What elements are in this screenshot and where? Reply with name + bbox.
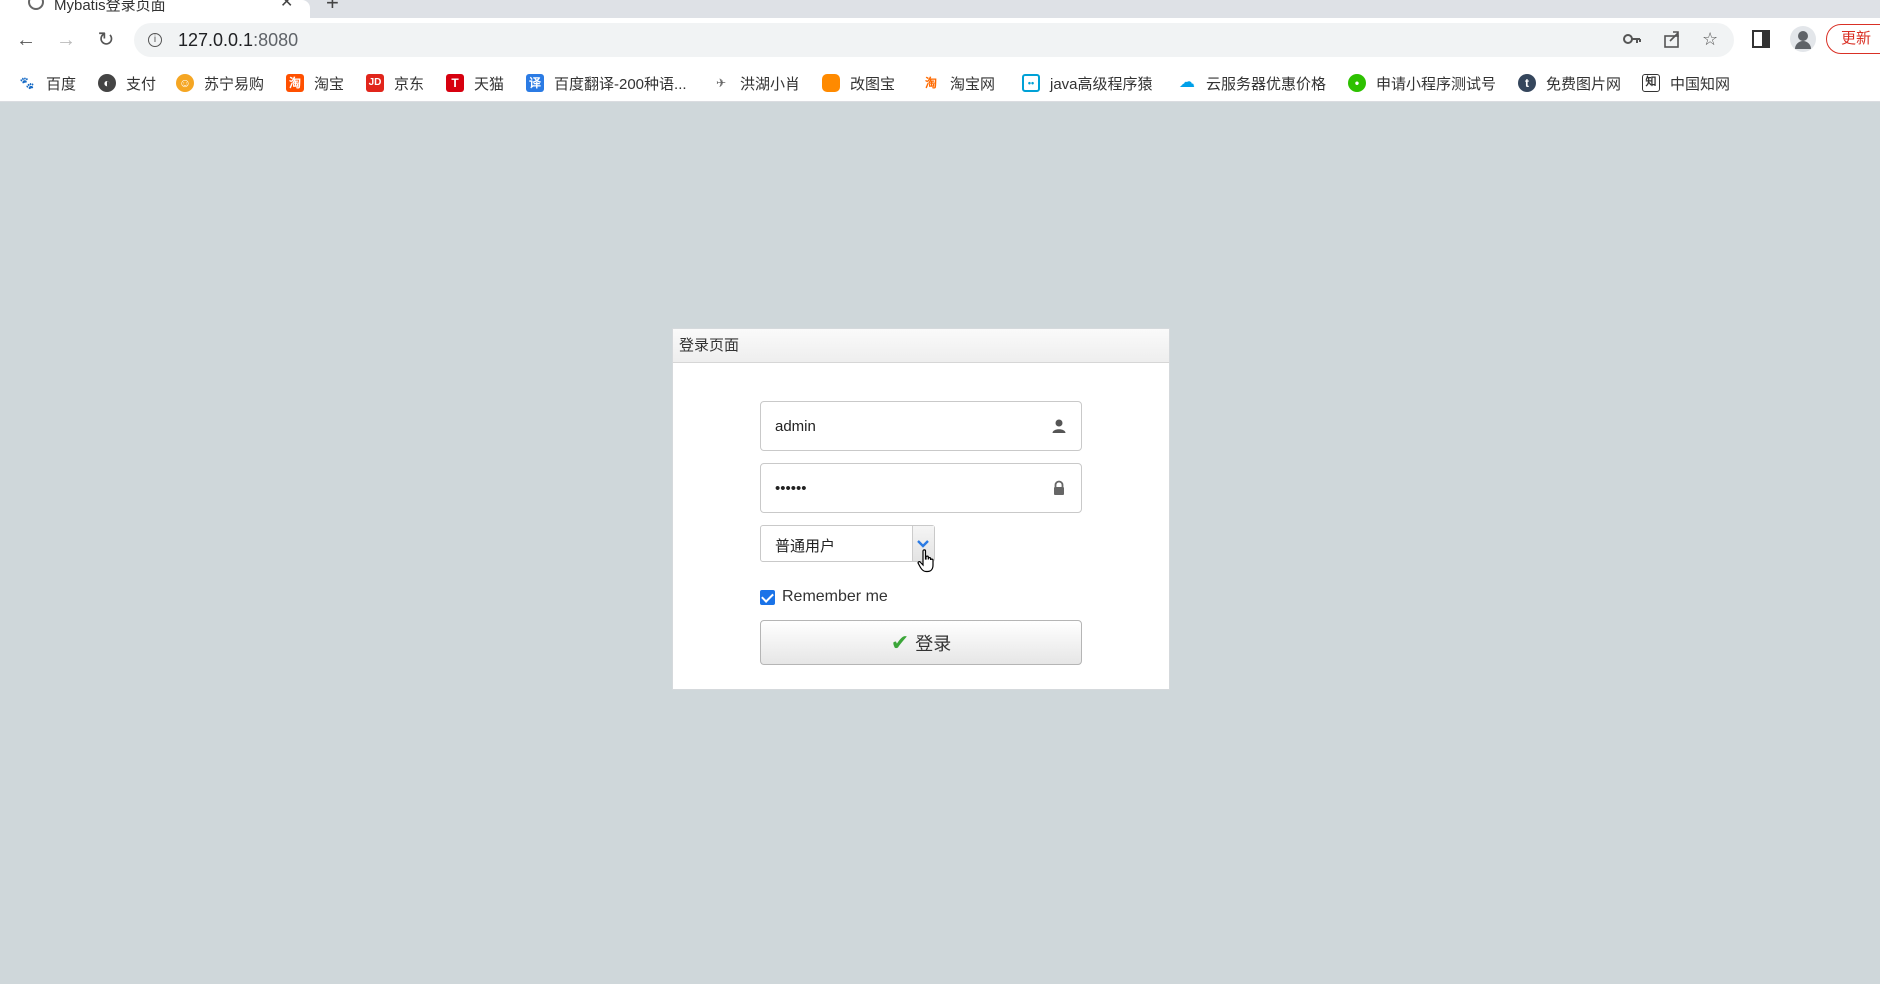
bookmark-item[interactable]: ☁ 云服务器优惠价格: [1178, 72, 1326, 94]
site-info-icon[interactable]: i: [148, 33, 162, 47]
tmall-icon: T: [446, 74, 464, 92]
side-panel-icon[interactable]: [1752, 30, 1770, 53]
update-button[interactable]: 更新: [1826, 24, 1880, 54]
login-button[interactable]: ✔ 登录: [760, 620, 1082, 665]
key-icon[interactable]: [1622, 29, 1642, 54]
password-input[interactable]: [761, 464, 1041, 512]
bookmark-item[interactable]: •• java高级程序猿: [1022, 72, 1153, 94]
close-tab-icon[interactable]: ✕: [280, 0, 293, 12]
remember-me[interactable]: Remember me: [760, 587, 888, 607]
globe-icon: [28, 0, 44, 10]
remember-checkbox[interactable]: [760, 589, 775, 605]
address-bar[interactable]: i 127.0.0.1:8080 ☆: [134, 23, 1734, 57]
gaitubao-icon: [822, 74, 840, 92]
jd-icon: JD: [366, 74, 384, 92]
bookmark-item[interactable]: ✈ 洪湖小肖: [712, 72, 800, 94]
bookmark-item[interactable]: 译百度翻译-200种语...: [526, 72, 687, 94]
browser-tab[interactable]: Mybatis登录页面 ✕: [0, 0, 310, 18]
panel-title: 登录页面: [673, 329, 1169, 363]
bookmark-item[interactable]: ◐ 支付: [98, 72, 156, 94]
browser-toolbar: ← → ↻ i 127.0.0.1:8080 ☆ 更新: [0, 18, 1880, 62]
bookmark-item[interactable]: 知中国知网: [1642, 72, 1730, 94]
profile-avatar-icon[interactable]: [1790, 26, 1816, 52]
bilibili-tv-icon: ••: [1022, 74, 1040, 92]
baidu-paw-icon: 🐾: [19, 76, 35, 90]
remember-label: Remember me: [782, 588, 888, 605]
bookmark-item[interactable]: • 申请小程序测试号: [1348, 72, 1496, 94]
tab-title: Mybatis登录页面: [54, 0, 166, 14]
suning-lion-icon: ☺: [176, 74, 194, 92]
url-text[interactable]: 127.0.0.1:8080: [178, 30, 298, 51]
tumblr-icon: t: [1518, 74, 1536, 92]
login-label: 登录: [915, 633, 952, 654]
lock-icon: [1051, 480, 1067, 496]
bookmark-item[interactable]: 🐾 百度: [18, 72, 77, 94]
hand-pointer-icon: [917, 549, 935, 573]
username-input[interactable]: [761, 402, 1041, 450]
taobao-icon: 淘: [286, 74, 304, 92]
bookmark-item[interactable]: ☺ 苏宁易购: [176, 72, 264, 94]
new-tab-icon[interactable]: +: [326, 0, 339, 16]
role-selected-value: 普通用户: [775, 538, 836, 555]
user-icon: [1051, 418, 1067, 434]
bird-icon: ✈: [715, 76, 727, 90]
role-select[interactable]: 普通用户: [760, 525, 935, 562]
taobao-tao-icon: 淘: [924, 76, 937, 90]
tab-strip: Mybatis登录页面 ✕ +: [0, 0, 1880, 18]
bookmark-star-icon[interactable]: ☆: [1702, 29, 1718, 50]
password-field[interactable]: [760, 463, 1082, 513]
checkmark-icon: ✔: [890, 629, 910, 655]
username-field[interactable]: [760, 401, 1082, 451]
bookmark-item[interactable]: 改图宝: [822, 72, 895, 94]
login-panel: 登录页面 普通用户 Remember me ✔ 登录: [672, 328, 1170, 690]
globe-icon: ◐: [98, 74, 116, 92]
cnki-icon: 知: [1642, 74, 1660, 92]
bookmark-item[interactable]: t 免费图片网: [1518, 72, 1621, 94]
forward-icon[interactable]: →: [52, 26, 80, 54]
share-icon[interactable]: [1662, 29, 1682, 54]
bookmark-item[interactable]: 淘淘宝: [286, 72, 344, 94]
translate-icon: 译: [526, 74, 544, 92]
wechat-icon: •: [1348, 74, 1366, 92]
bookmark-item[interactable]: JD 京东: [366, 72, 424, 94]
bookmark-item[interactable]: 淘淘宝网: [922, 72, 995, 94]
reload-icon[interactable]: ↻: [92, 26, 120, 54]
cloud-icon: ☁: [1179, 74, 1195, 91]
bookmark-item[interactable]: T 天猫: [446, 72, 504, 94]
bookmarks-bar: 🐾 百度 ◐ 支付 ☺ 苏宁易购 淘淘宝 JD 京东 T 天猫 译百度翻译-200种语..…: [0, 62, 1880, 102]
back-icon[interactable]: ←: [12, 26, 40, 54]
